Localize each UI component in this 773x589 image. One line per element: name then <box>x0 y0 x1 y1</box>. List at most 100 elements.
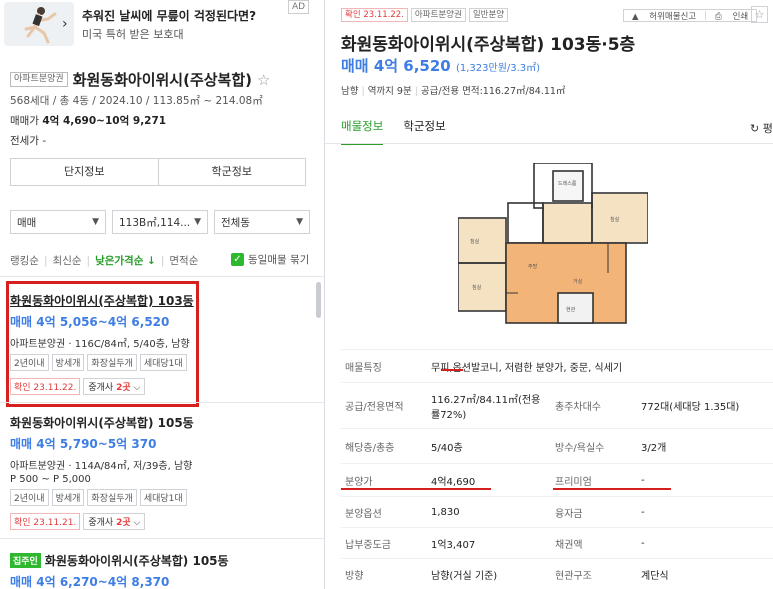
row-value: 1억3,407 <box>427 527 551 559</box>
print-label: 인쇄 <box>732 11 749 22</box>
floor-plan-image[interactable]: 침실 드레스룸 침실 거실 주방 침실 현관 <box>458 163 648 329</box>
complex-type-tag: 아파트분양권 <box>10 72 68 87</box>
confirm-date: 확인 23.11.21. <box>10 513 81 530</box>
row-label: 해당층/총층 <box>341 428 427 464</box>
sort-latest[interactable]: 최신순 <box>53 253 82 268</box>
detail-price-per: (1,323만원/3.3㎡) <box>455 63 541 74</box>
floor-plan-label: 주방 <box>528 263 538 270</box>
listing-price: 매매 4억 5,790~5억 370 <box>10 437 157 451</box>
complex-name[interactable]: 화원동화아이위시(주상복합) <box>73 69 252 90</box>
tab-listing-info[interactable]: 매물정보 <box>341 118 384 145</box>
refresh-button[interactable]: ↻ 평 <box>750 120 773 136</box>
listing-price: 매매 4억 6,270~4억 8,370 <box>10 575 170 589</box>
floor-plan-label: 드레스룸 <box>558 180 577 187</box>
tabs-divider <box>325 143 773 144</box>
listing-tag: 세대당1대 <box>139 489 187 506</box>
row-value: 5/40층 <box>427 428 551 464</box>
detail-row: 매물특징 무피,옵션발코니, 저렴한 분양가, 중문, 식세기 <box>341 349 773 383</box>
trade-type-select[interactable]: 매매 ▼ <box>10 210 106 234</box>
refresh-icon: ↻ <box>750 122 760 135</box>
ad-banner[interactable]: › 추워진 날씨에 무릎이 걱정된다면? 미국 특허 받은 보호대 AD <box>0 0 324 52</box>
listing-item[interactable]: 집주인 화원동화아이위시(주상복합) 105동 매매 4억 6,270~4억 8… <box>10 552 306 589</box>
row-label: 매물특징 <box>341 349 427 383</box>
annotation-underline <box>441 369 463 371</box>
row-label: 융자금 <box>551 496 637 528</box>
ad-subtitle: 미국 특허 받은 보호대 <box>82 28 184 41</box>
floor-plan-label: 현관 <box>566 306 576 313</box>
detail-row: 해당층/총층 5/40층 방수/욕실수 3/2개 <box>341 428 773 464</box>
report-label: 허위매물신고 <box>649 11 697 22</box>
confirm-tag: 확인 23.11.22. <box>341 8 408 22</box>
listing-title-row: 집주인 화원동화아이위시(주상복합) 105동 <box>10 552 306 569</box>
detail-tabs: 매물정보 학군정보 <box>341 118 446 145</box>
sort-low-price[interactable]: 낮은가격순 ↓ <box>95 253 156 268</box>
detail-price-value: 매매 4억 6,520 <box>341 57 451 75</box>
building-select[interactable]: 전체동 ▼ <box>214 210 310 234</box>
divider <box>0 402 324 403</box>
detail-tags: 확인 23.11.22. 아파트분양권 일반분양 <box>341 8 509 22</box>
listing-tag: 화장실두개 <box>87 489 137 506</box>
annotation-highlight <box>6 281 199 407</box>
tab-school-info[interactable]: 학군정보 <box>403 118 445 145</box>
listing-desc: 아파트분양권 · 114A/84㎡, 저/39층, 남향 <box>10 461 193 472</box>
floor-plan-label: 침실 <box>470 238 480 245</box>
area-select[interactable]: 113B㎡,114... ▼ <box>112 210 208 234</box>
listing-panel: › 추워진 날씨에 무릎이 걱정된다면? 미국 특허 받은 보호대 AD 아파트… <box>0 0 324 589</box>
complex-info-button[interactable]: 단지정보 <box>11 159 158 185</box>
same-listing-toggle[interactable]: ✓ 동일매물 묶기 <box>231 252 309 267</box>
school-info-button[interactable]: 학군정보 <box>157 159 306 185</box>
row-label: 납부중도금 <box>341 527 427 559</box>
scrollbar[interactable] <box>316 282 321 318</box>
detail-row: 분양옵션 1,830 융자금 - <box>341 496 773 528</box>
chevron-down-icon: ▼ <box>296 217 303 227</box>
row-value: 계단식 <box>637 558 773 589</box>
detail-row: 방향 남향(거실 기준) 현관구조 계단식 <box>341 558 773 589</box>
row-value: - <box>637 527 773 559</box>
listing-detail-table: 매물특징 무피,옵션발코니, 저렴한 분양가, 중문, 식세기 공급/전용면적 … <box>341 349 773 589</box>
detail-row: 공급/전용면적 116.27㎡/84.11㎡(전용률72%) 총주차대수 772… <box>341 382 773 429</box>
check-icon[interactable]: ✓ <box>231 253 244 266</box>
agent-dropdown[interactable]: 중개사 2곳 ⌵ <box>83 513 146 530</box>
print-button[interactable]: ⎙ 인쇄 <box>707 10 756 22</box>
row-value: 남향(거실 기준) <box>427 558 551 589</box>
ad-badge: AD <box>288 0 310 14</box>
chevron-right-icon: › <box>62 16 68 32</box>
sale-type-tag: 일반분양 <box>468 8 509 22</box>
type-tag: 아파트분양권 <box>410 8 466 22</box>
row-value: 3/2개 <box>637 428 773 464</box>
ad-title: 추워진 날씨에 무릎이 걱정된다면? <box>82 9 257 23</box>
row-value: 4억4,690 <box>427 463 551 497</box>
detail-price: 매매 4억 6,520 (1,323만원/3.3㎡) <box>341 55 540 76</box>
detail-panel: 확인 23.11.22. 아파트분양권 일반분양 ▲ 허위매물신고 | ⎙ 인쇄… <box>325 0 773 589</box>
listing-item[interactable]: 화원동화아이위시(주상복합) 105동 매매 4억 5,790~5억 370 아… <box>10 414 306 530</box>
listing-title[interactable]: 화원동화아이위시(주상복합) 105동 <box>10 414 306 431</box>
row-value: 1,830 <box>427 496 551 528</box>
summary-station: 역까지 9분 <box>367 86 412 97</box>
sort-ranking[interactable]: 랭킹순 <box>10 253 39 268</box>
area-value: 113B㎡,114... <box>119 216 191 229</box>
complex-price-label: 매매가 <box>10 115 39 127</box>
divider <box>0 538 324 539</box>
star-icon[interactable]: ☆ <box>751 6 768 23</box>
owner-badge: 집주인 <box>10 553 41 568</box>
chevron-down-icon: ⌵ <box>133 518 141 528</box>
agent-prefix: 중개사 <box>88 518 114 528</box>
listing-title[interactable]: 화원동화아이위시(주상복합) 105동 <box>45 552 229 569</box>
row-label: 총주차대수 <box>551 382 637 429</box>
detail-row: 납부중도금 1억3,407 채권액 - <box>341 527 773 559</box>
chevron-down-icon: ▼ <box>194 217 201 227</box>
listing-tag: 방세개 <box>51 489 85 506</box>
row-label: 채권액 <box>551 527 637 559</box>
row-value: - <box>637 496 773 528</box>
row-label: 방수/욕실수 <box>551 428 637 464</box>
row-value: 116.27㎡/84.11㎡(전용률72%) <box>427 382 551 429</box>
row-label: 분양옵션 <box>341 496 427 528</box>
complex-header: 아파트분양권 화원동화아이위시(주상복합) ☆ <box>10 69 270 90</box>
sort-area[interactable]: 면적순 <box>169 253 198 268</box>
row-label: 프리미엄 <box>551 463 637 497</box>
summary-direction: 남향 <box>341 86 359 97</box>
report-button[interactable]: ▲ 허위매물신고 <box>624 10 704 22</box>
summary-area: 공급/전용 면적:116.27㎡/84.11㎡ <box>420 86 566 97</box>
detail-actions: ▲ 허위매물신고 | ⎙ 인쇄 <box>623 9 758 22</box>
star-icon[interactable]: ☆ <box>257 71 270 89</box>
